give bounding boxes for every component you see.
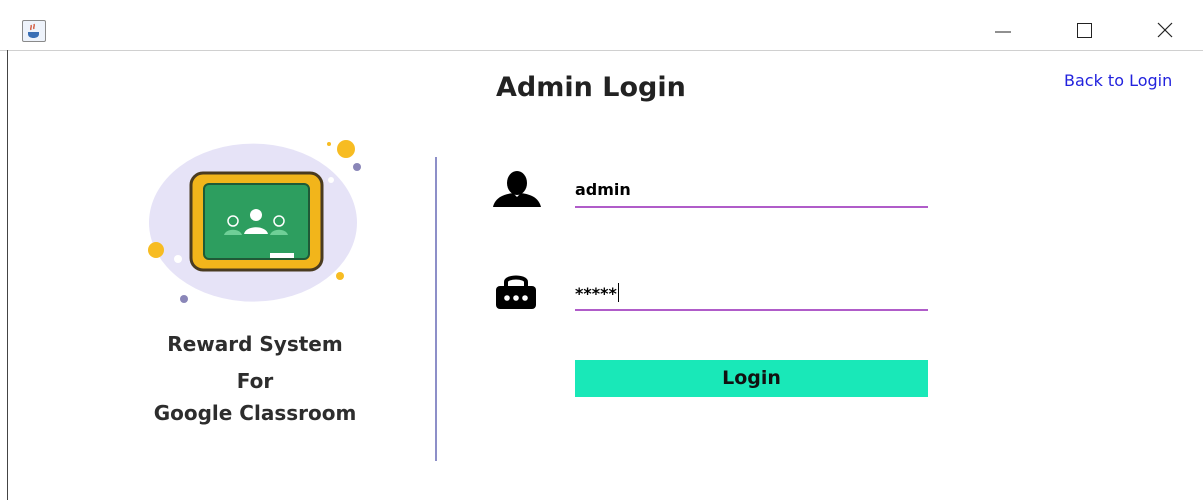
back-to-login-link[interactable]: Back to Login bbox=[1064, 71, 1172, 90]
brand-title-line2: For bbox=[236, 369, 274, 393]
minimize-button[interactable] bbox=[980, 14, 1026, 44]
login-button[interactable]: Login bbox=[575, 360, 928, 397]
minimize-icon bbox=[995, 31, 1011, 33]
username-value: admin bbox=[575, 180, 631, 199]
username-field[interactable]: admin bbox=[575, 178, 928, 208]
page-title: Admin Login bbox=[496, 72, 686, 103]
text-caret bbox=[617, 283, 619, 302]
maximize-icon bbox=[1077, 23, 1092, 38]
password-field[interactable]: ***** bbox=[575, 281, 928, 311]
window-border bbox=[7, 50, 8, 500]
window-titlebar bbox=[0, 0, 1203, 51]
java-icon bbox=[22, 20, 46, 42]
brand-title-line1: Reward System bbox=[167, 332, 343, 356]
close-icon bbox=[1157, 22, 1173, 38]
user-icon bbox=[493, 170, 541, 212]
password-value: ***** bbox=[575, 284, 617, 303]
vertical-divider bbox=[435, 157, 437, 461]
brand-title-line3: Google Classroom bbox=[153, 401, 357, 425]
maximize-button[interactable] bbox=[1062, 14, 1108, 44]
google-classroom-illustration bbox=[140, 136, 370, 306]
close-button[interactable] bbox=[1142, 14, 1188, 44]
lock-icon bbox=[495, 272, 537, 314]
